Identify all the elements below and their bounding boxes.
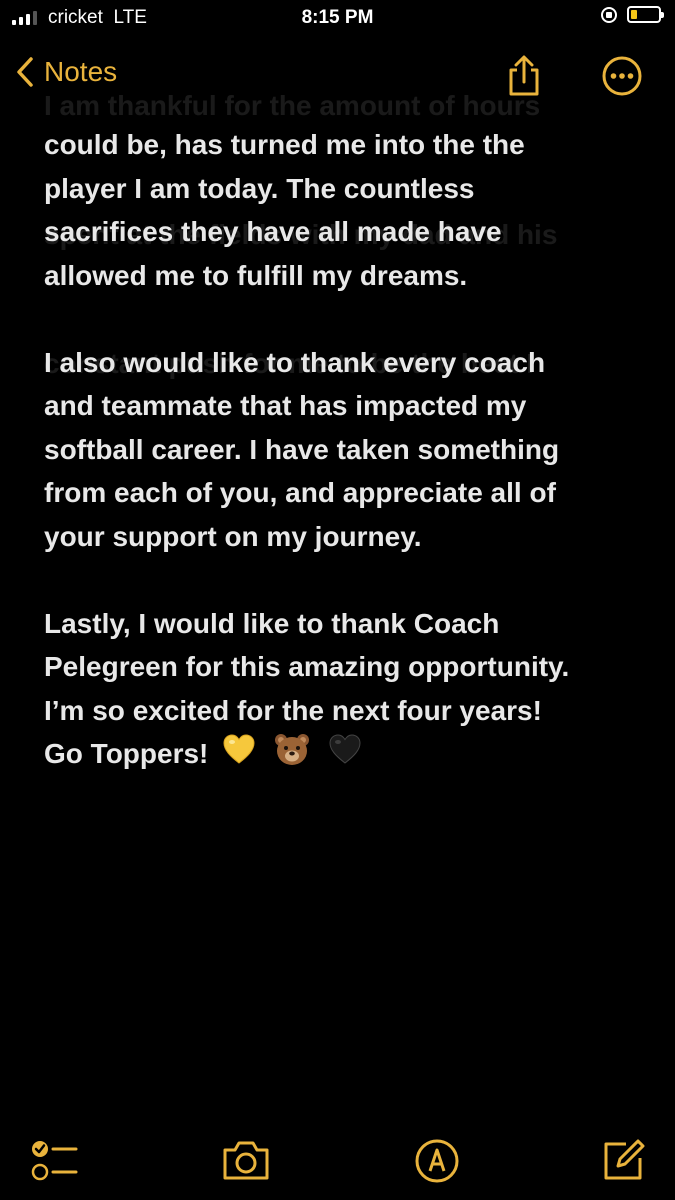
more-icon — [602, 56, 642, 96]
markup-pen-icon — [415, 1139, 459, 1183]
status-right-group — [601, 6, 664, 23]
note-last-line: Go Toppers! — [44, 732, 644, 779]
note-paragraph: Lastly, I would like to thank Coach Pele… — [44, 607, 570, 726]
note-body[interactable]: could be, has turned me into the the pla… — [44, 123, 644, 779]
chevron-left-icon — [17, 57, 33, 87]
note-paragraph: could be, has turned me into the the pla… — [44, 129, 525, 291]
go-toppers-text: Go Toppers! — [44, 738, 209, 769]
black-heart-emoji — [328, 733, 362, 778]
compose-icon — [604, 1139, 645, 1180]
status-time: 8:15 PM — [301, 7, 374, 28]
markup-button[interactable] — [414, 1138, 460, 1189]
more-options-button[interactable] — [601, 55, 643, 102]
checklist-icon — [31, 1141, 78, 1181]
share-icon — [509, 55, 539, 96]
back-to-notes-button[interactable]: Notes — [16, 56, 117, 88]
bottom-toolbar — [0, 1138, 675, 1186]
checklist-button[interactable] — [30, 1138, 78, 1189]
yellow-heart-emoji — [222, 733, 256, 778]
share-button[interactable] — [505, 55, 543, 102]
bear-face-emoji — [274, 732, 310, 779]
ghost-line: I am thankful for the amount of hours — [44, 90, 541, 121]
rotation-lock-icon — [601, 6, 617, 23]
camera-button[interactable] — [221, 1138, 271, 1187]
note-paragraph: I also would like to thank every coach a… — [44, 346, 560, 552]
status-bar: cricket LTE 8:15 PM — [0, 0, 675, 36]
battery-icon — [627, 6, 664, 23]
compose-button[interactable] — [602, 1138, 646, 1187]
back-label: Notes — [44, 56, 118, 87]
battery-level-fill — [631, 10, 637, 19]
camera-icon — [223, 1141, 269, 1180]
